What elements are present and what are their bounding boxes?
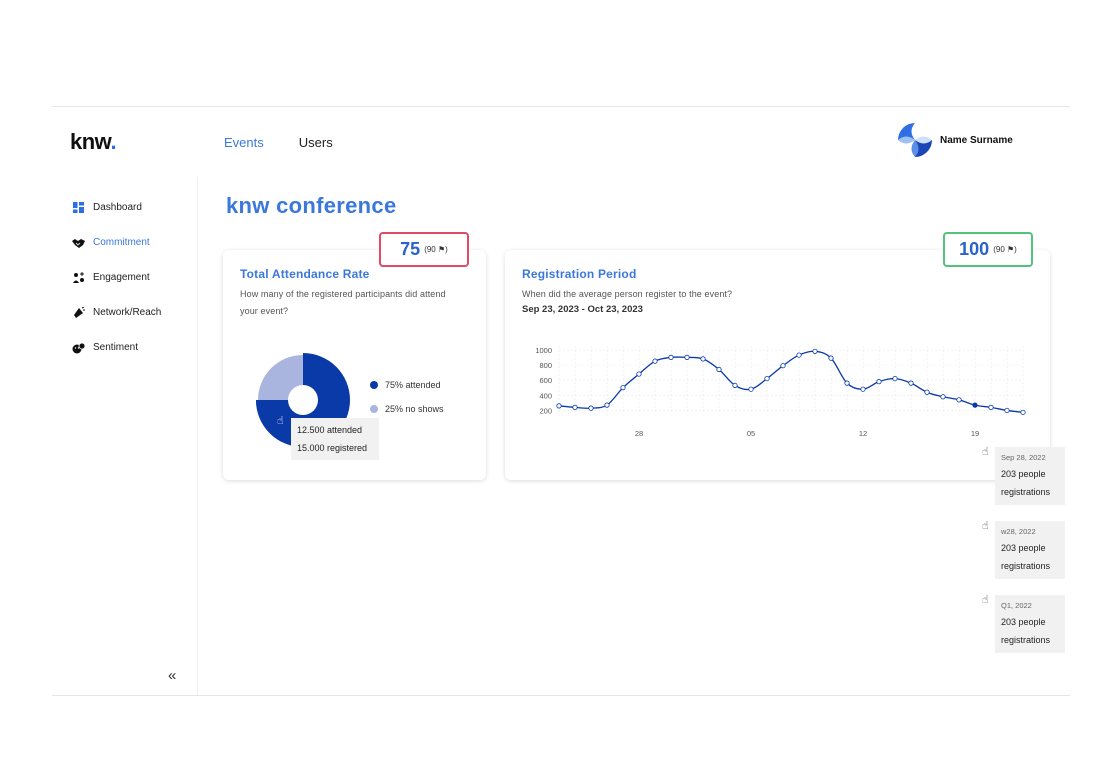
data-point[interactable] — [860, 386, 866, 392]
sidebar-item-label: Dashboard — [93, 202, 142, 213]
data-point[interactable] — [732, 382, 738, 389]
tooltip-quarter: Q1, 2022 203 people registrations — [995, 595, 1065, 653]
y-tick-label: 600 — [539, 376, 552, 385]
legend-attended: 75% attended — [370, 380, 441, 390]
data-point[interactable] — [876, 379, 882, 385]
app-window: knw. Events Users Name Surname Dashboard — [52, 106, 1070, 696]
sentiment-icon — [72, 341, 85, 354]
data-point[interactable] — [844, 380, 850, 386]
flag-icon: ⚑ — [1007, 245, 1015, 254]
flag-icon: ⚑ — [437, 245, 446, 254]
y-tick-label: 200 — [539, 406, 552, 415]
data-point[interactable] — [588, 405, 594, 411]
pie-hole — [288, 385, 318, 415]
page-title: knw conference — [226, 193, 397, 218]
nav-events[interactable]: Events — [224, 135, 264, 150]
data-point[interactable] — [572, 404, 578, 410]
user-menu[interactable]: Name Surname — [898, 123, 1013, 157]
series-line — [558, 350, 1024, 413]
registration-subtitle: When did the average person register to … — [522, 289, 733, 299]
x-tick-label: 12 — [859, 429, 867, 438]
pointer-cursor-icon: ☝ — [982, 594, 989, 606]
sidebar-item-label: Network/Reach — [93, 307, 162, 318]
x-tick-label: 05 — [747, 429, 755, 438]
handshake-icon — [72, 236, 85, 249]
legend-swatch — [370, 381, 378, 389]
tooltip-day: Sep 28, 2022 203 people registrations — [995, 447, 1065, 505]
sidebar-item-dashboard[interactable]: Dashboard — [72, 201, 142, 214]
data-point[interactable] — [940, 394, 946, 400]
avatar — [898, 123, 932, 157]
data-point[interactable] — [604, 402, 610, 408]
sidebar: Dashboard Commitment Engagement Network/… — [52, 177, 198, 695]
pointer-cursor-icon: ☝ — [277, 415, 284, 427]
data-point[interactable] — [956, 397, 962, 403]
sidebar-item-engagement[interactable]: Engagement — [72, 271, 150, 284]
y-tick-label: 400 — [539, 391, 552, 400]
registration-date-range: Sep 23, 2023 - Oct 23, 2023 — [522, 304, 643, 315]
data-point[interactable] — [812, 348, 818, 354]
data-point[interactable] — [716, 366, 722, 373]
data-point[interactable] — [1020, 409, 1026, 415]
brand-logo[interactable]: knw. — [70, 129, 117, 155]
attendance-title: Total Attendance Rate — [240, 267, 370, 281]
data-point[interactable] — [988, 404, 994, 410]
registration-line-chart: 200 400 600 800 1000 28 05 12 19 — [535, 346, 1026, 438]
legend-swatch — [370, 405, 378, 413]
attendance-tooltip: 12.500 attended 15.000 registered — [291, 418, 379, 460]
data-point[interactable] — [684, 354, 690, 360]
attendance-card: Total Attendance Rate How many of the re… — [223, 250, 486, 480]
registration-score-badge: 100 (90 ⚑) — [943, 232, 1033, 267]
data-point[interactable] — [620, 385, 626, 391]
engagement-icon — [72, 271, 85, 284]
registration-title: Registration Period — [522, 267, 637, 281]
nav-users[interactable]: Users — [299, 135, 333, 150]
data-point[interactable] — [892, 375, 898, 382]
y-tick-label: 1000 — [535, 346, 552, 355]
data-point[interactable] — [924, 389, 930, 395]
sidebar-item-label: Commitment — [93, 237, 150, 248]
data-point[interactable] — [636, 371, 642, 377]
x-tick-label: 28 — [635, 429, 643, 438]
attendance-subtitle: How many of the registered participants … — [240, 289, 446, 316]
sidebar-item-label: Engagement — [93, 272, 150, 283]
sidebar-item-label: Sentiment — [93, 342, 139, 353]
collapse-sidebar-button[interactable]: « — [168, 667, 176, 684]
data-point[interactable] — [796, 352, 802, 358]
data-point[interactable] — [1004, 407, 1010, 414]
data-point[interactable] — [556, 403, 562, 409]
y-tick-label: 800 — [539, 361, 552, 370]
pointer-cursor-icon: ☝ — [982, 520, 989, 532]
x-tick-label: 19 — [971, 429, 979, 438]
user-name: Name Surname — [940, 134, 1013, 146]
data-point[interactable] — [828, 355, 834, 361]
sidebar-item-network-reach[interactable]: Network/Reach — [72, 306, 161, 319]
dashboard-icon — [72, 201, 85, 214]
sidebar-item-commitment[interactable]: Commitment — [72, 236, 150, 249]
data-point[interactable] — [700, 356, 706, 362]
data-point[interactable] — [908, 380, 914, 386]
data-point[interactable] — [652, 358, 658, 364]
data-point[interactable] — [972, 402, 978, 408]
data-point[interactable] — [668, 354, 674, 360]
registration-card: Registration Period When did the average… — [505, 250, 1050, 480]
data-point[interactable] — [764, 375, 770, 382]
top-nav: Events Users — [224, 135, 333, 150]
sidebar-item-sentiment[interactable]: Sentiment — [72, 341, 138, 354]
data-point[interactable] — [780, 363, 786, 369]
legend-no-shows: 25% no shows — [370, 404, 444, 414]
attendance-score-badge: 75 (90 ⚑) — [379, 232, 469, 267]
data-point[interactable] — [748, 386, 754, 392]
tooltip-week: w28, 2022 203 people registrations — [995, 521, 1065, 579]
megaphone-icon — [72, 306, 85, 319]
pointer-cursor-icon: ☝ — [982, 446, 989, 458]
